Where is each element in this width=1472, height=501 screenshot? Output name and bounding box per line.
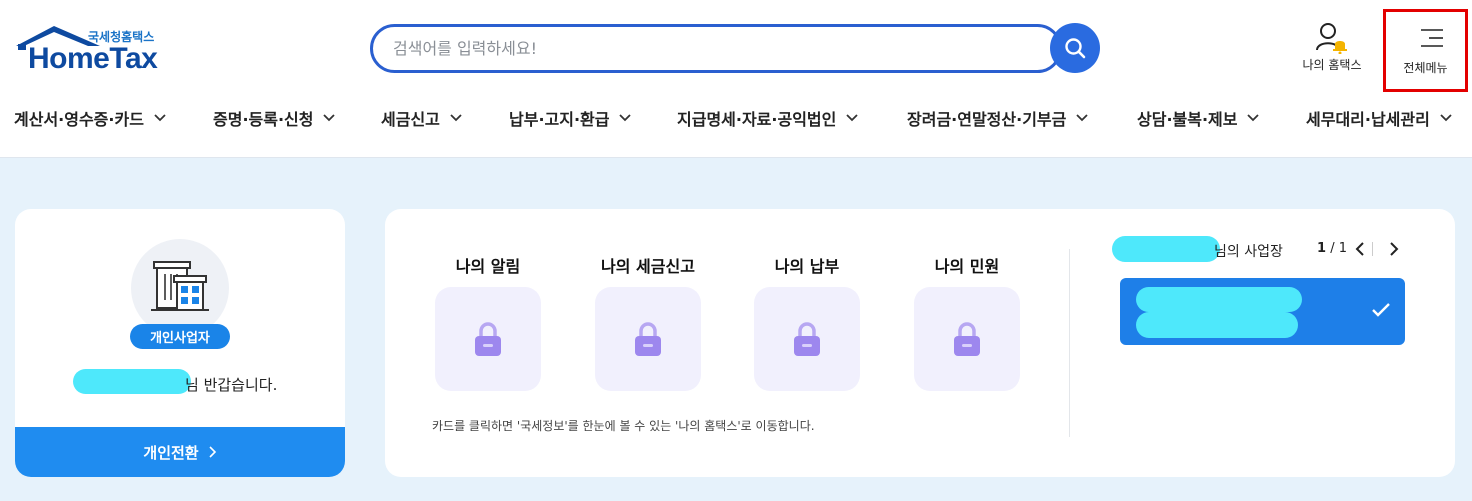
nav-item-payment[interactable]: 납부·고지·환급 [509,100,632,136]
search-input[interactable] [373,27,1013,70]
nav-item-label: 장려금·연말정산·기부금 [907,110,1067,129]
tile-box[interactable] [754,287,860,391]
nav-item-consult[interactable]: 상담·불복·제보 [1137,100,1260,136]
tile-box[interactable] [595,287,701,391]
pager-total: / 1 [1330,241,1347,256]
business-label: 님의 사업장 [1214,244,1283,260]
site-header: 국세청홈택스 HomeTax 나의 홈택스 전체메뉴 계산서·영수증·카드 [0,0,1472,158]
tile-box[interactable] [914,287,1020,391]
nav-item-tax-agent[interactable]: 세무대리·납세관리 [1306,100,1452,136]
nav-item-incentive[interactable]: 장려금·연말정산·기부금 [907,100,1088,136]
chevron-down-icon [619,114,632,122]
chevron-down-icon [846,114,858,122]
greeting-text: 님 반갑습니다. [185,376,278,394]
tile-title: 나의 민원 [934,257,1000,276]
logo-wordmark: HomeTax [28,42,158,75]
nav-item-label: 세금신고 [381,110,440,129]
redacted-name [73,369,191,394]
chevron-down-icon [450,114,462,122]
lock-icon [635,322,661,356]
tile-title: 나의 알림 [455,257,521,276]
pager-text: 1 / 1 [1317,241,1347,256]
chevron-left-icon[interactable] [1353,239,1367,259]
search-button[interactable] [1050,23,1100,73]
avatar [131,239,229,337]
tile-my-payment[interactable]: 나의 납부 [754,253,860,391]
business-type-badge: 개인사업자 [130,324,230,349]
chevron-down-icon [154,114,166,122]
hometax-logo[interactable]: 국세청홈택스 HomeTax [14,24,174,76]
nav-item-tax-report[interactable]: 세금신고 [381,100,462,136]
tile-title: 나의 납부 [774,257,840,276]
building-icon [151,261,209,311]
tile-title: 나의 세금신고 [601,257,695,276]
my-hometax-card: 나의 알림 나의 세금신고 나의 납부 나의 민원 카드를 클릭하면 '국세정보… [385,209,1455,477]
tile-hint-text: 카드를 클릭하면 '국세정보'를 한눈에 볼 수 있는 '나의 홈택스'로 이동… [432,419,815,433]
chevron-right-icon[interactable] [1387,239,1401,259]
profile-card: 개인사업자 님 반갑습니다. 개인전환 [15,209,345,477]
business-card-selected[interactable] [1120,278,1405,345]
chevron-right-icon [209,446,216,458]
tile-box[interactable] [435,287,541,391]
nav-item-label: 증명·등록·신청 [213,110,314,129]
nav-item-label: 지급명세·자료·공익법인 [677,110,837,129]
redacted-business-name [1136,287,1302,312]
main-nav: 계산서·영수증·카드 증명·등록·신청 세금신고 납부·고지·환급 지급명세·자… [0,100,1472,136]
all-menu-label: 전체메뉴 [1403,61,1448,75]
nav-item-statement[interactable]: 지급명세·자료·공익법인 [677,100,858,136]
chevron-down-icon [323,114,336,122]
my-hometax-label: 나의 홈택스 [1302,58,1362,72]
hamburger-icon [1421,29,1443,47]
tile-my-alerts[interactable]: 나의 알림 [435,253,541,391]
nav-item-label: 세무대리·납세관리 [1306,110,1430,129]
tile-my-civil[interactable]: 나의 민원 [914,253,1020,391]
nav-item-label: 납부·고지·환급 [509,110,610,129]
nav-item-label: 계산서·영수증·카드 [14,110,144,129]
check-icon [1372,303,1390,317]
personal-switch-label: 개인전환 [143,443,199,462]
my-hometax-button[interactable]: 나의 홈택스 [1294,20,1370,76]
pager-separator [1372,242,1373,256]
pager-current: 1 [1317,241,1327,256]
divider [1069,249,1070,437]
user-bell-icon [1316,23,1347,54]
nav-item-certificate[interactable]: 증명·등록·신청 [213,100,336,136]
lock-icon [954,322,980,356]
nav-item-invoice[interactable]: 계산서·영수증·카드 [14,100,166,136]
redacted-business-number [1136,312,1298,338]
search-bar [370,24,1062,73]
lock-icon [794,322,820,356]
chevron-down-icon [1247,114,1260,122]
chevron-down-icon [1076,114,1088,122]
lock-icon [475,322,501,356]
chevron-down-icon [1440,114,1452,122]
nav-item-label: 상담·불복·제보 [1137,110,1238,129]
search-icon [1065,38,1086,59]
tile-my-tax-report[interactable]: 나의 세금신고 [595,253,701,391]
all-menu-button[interactable]: 전체메뉴 [1383,9,1468,92]
personal-switch-button[interactable]: 개인전환 [15,427,345,477]
redacted-name [1112,236,1220,262]
